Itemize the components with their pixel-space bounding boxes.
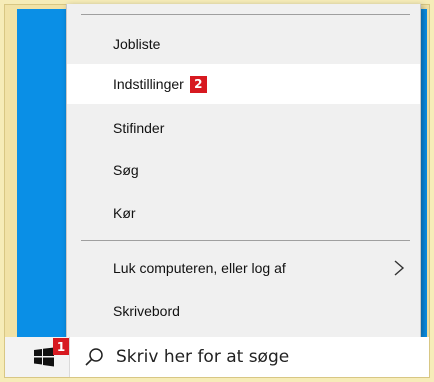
menu-separator [81, 14, 410, 15]
search-box[interactable]: Skriv her for at søge [69, 337, 429, 377]
search-placeholder: Skriv her for at søge [116, 347, 290, 367]
menu-item-soeg[interactable]: Søg [67, 150, 420, 190]
taskbar: 1 Skriv her for at søge [5, 337, 429, 377]
search-icon [85, 348, 103, 366]
step-badge: 1 [53, 338, 69, 355]
menu-item-label: Luk computeren, eller log af [113, 260, 286, 276]
menu-item-skrivebord[interactable]: Skrivebord [67, 291, 420, 331]
menu-item-label: Søg [113, 162, 139, 178]
winx-context-menu: Jobliste Indstillinger 2 Stifinder Søg K… [66, 4, 421, 337]
start-button[interactable]: 1 [17, 337, 71, 377]
chevron-right-icon [394, 260, 405, 276]
menu-item-luk-computeren[interactable]: Luk computeren, eller log af [67, 248, 420, 288]
menu-item-label: Stifinder [113, 120, 165, 136]
menu-item-koer[interactable]: Kør [67, 193, 420, 233]
menu-item-label: Kør [113, 205, 136, 221]
menu-item-label: Skrivebord [113, 303, 180, 319]
menu-item-label: Indstillinger [113, 76, 184, 92]
menu-item-indstillinger[interactable]: Indstillinger 2 [67, 64, 420, 104]
menu-item-label: Jobliste [113, 36, 161, 52]
menu-item-stifinder[interactable]: Stifinder [67, 108, 420, 148]
menu-separator [81, 240, 410, 241]
windows-logo-icon [34, 347, 54, 367]
menu-item-jobliste[interactable]: Jobliste [67, 24, 420, 64]
step-badge: 2 [189, 75, 207, 93]
